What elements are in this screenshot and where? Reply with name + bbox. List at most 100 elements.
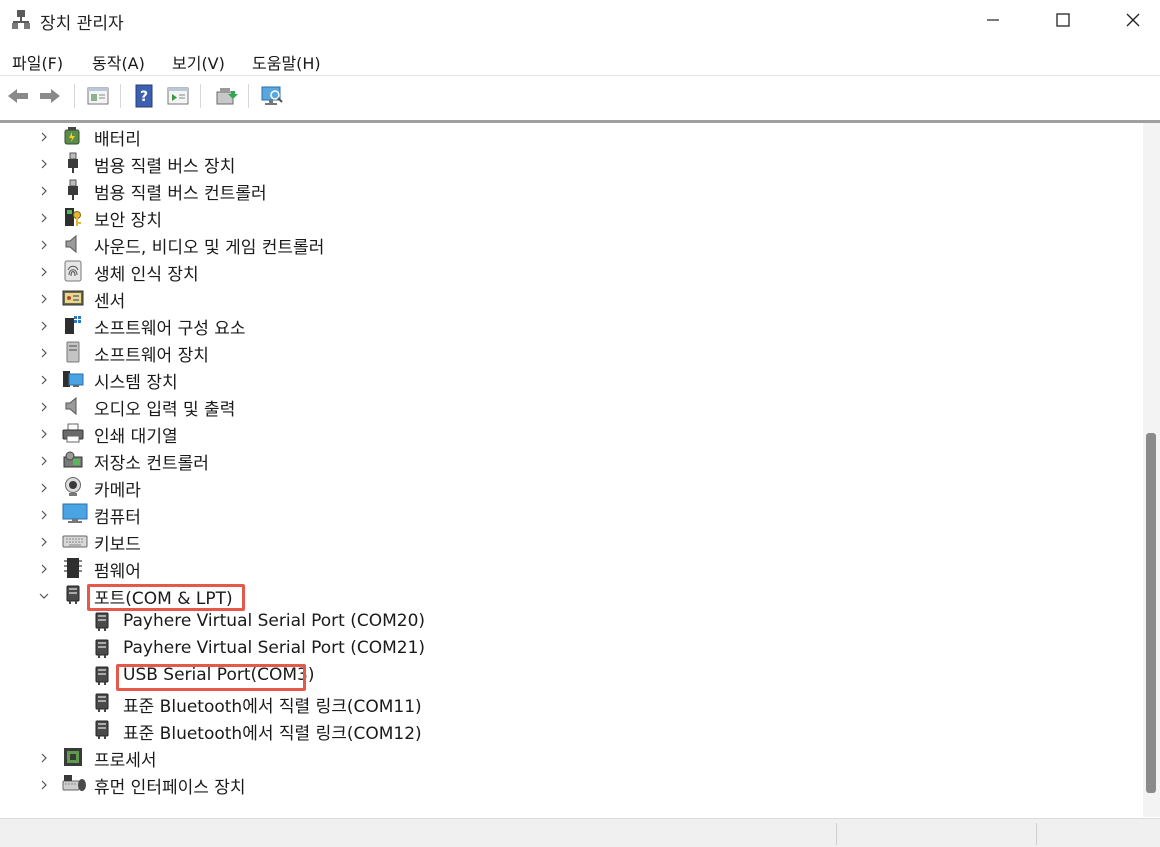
highlight-box <box>116 664 306 691</box>
forward-icon <box>40 89 60 103</box>
chevron-right-icon[interactable] <box>38 428 50 440</box>
sensor-icon <box>62 290 84 306</box>
tree-label: 컴퓨터 <box>94 508 141 528</box>
port-icon <box>95 639 109 658</box>
chevron-right-icon[interactable] <box>38 185 50 197</box>
window-title: 장치 관리자 <box>40 14 124 34</box>
properties-button[interactable] <box>84 82 112 110</box>
tree-label: 배터리 <box>94 130 141 150</box>
printer-icon <box>62 423 84 443</box>
hid-icon <box>62 775 86 791</box>
chevron-right-icon[interactable] <box>38 239 50 251</box>
device-item[interactable]: Payhere Virtual Serial Port (COM20) <box>0 609 1143 636</box>
tree-label: 센서 <box>94 292 126 312</box>
camera-icon <box>65 477 81 496</box>
tree-node-cameras[interactable]: 카메라 <box>0 474 1143 501</box>
security-key-icon <box>65 208 81 226</box>
device-item[interactable]: Payhere Virtual Serial Port (COM21) <box>0 636 1143 663</box>
system-device-icon <box>63 371 84 387</box>
tree-node-sound-video-game[interactable]: 사운드, 비디오 및 게임 컨트롤러 <box>0 231 1143 258</box>
device-item[interactable]: 표준 Bluetooth에서 직렬 링크(COM11) <box>0 690 1143 717</box>
toolbar: ? <box>0 78 1160 114</box>
scan-hardware-button[interactable] <box>258 82 286 110</box>
chevron-down-icon[interactable] <box>38 590 50 602</box>
chevron-right-icon[interactable] <box>38 293 50 305</box>
tree-node-software-devices[interactable]: 소프트웨어 장치 <box>0 339 1143 366</box>
chevron-right-icon[interactable] <box>38 455 50 467</box>
chevron-right-icon[interactable] <box>38 536 50 548</box>
chevron-right-icon[interactable] <box>38 401 50 413</box>
properties-icon <box>87 87 109 105</box>
fingerprint-icon <box>64 260 82 282</box>
tree-label: 휴먼 인터페이스 장치 <box>94 778 246 798</box>
maximize-button[interactable] <box>1028 0 1098 40</box>
tree-node-usb-devices[interactable]: 범용 직렬 버스 장치 <box>0 150 1143 177</box>
chevron-right-icon[interactable] <box>38 752 50 764</box>
speaker-icon <box>65 234 77 254</box>
toolbar-separator <box>248 84 249 108</box>
update-driver-icon <box>216 88 238 105</box>
tree-node-security-devices[interactable]: 보안 장치 <box>0 204 1143 231</box>
usb-icon <box>68 152 78 173</box>
menu-help[interactable]: 도움말(H) <box>252 50 321 74</box>
help-button[interactable]: ? <box>130 82 158 110</box>
forward-button[interactable] <box>36 82 64 110</box>
tree-node-processors[interactable]: 프로세서 <box>0 744 1143 771</box>
chevron-right-icon[interactable] <box>38 212 50 224</box>
chevron-right-icon[interactable] <box>38 158 50 170</box>
minimize-button[interactable] <box>958 0 1028 40</box>
tree-label: 키보드 <box>94 535 141 555</box>
tree-node-system-devices[interactable]: 시스템 장치 <box>0 366 1143 393</box>
update-driver-button[interactable] <box>212 82 240 110</box>
tree-node-print-queues[interactable]: 인쇄 대기열 <box>0 420 1143 447</box>
chevron-right-icon[interactable] <box>38 131 50 143</box>
port-icon <box>95 693 109 712</box>
tree-label: 생체 인식 장치 <box>94 265 199 285</box>
close-button[interactable] <box>1098 0 1160 40</box>
status-bar <box>0 818 1160 847</box>
chevron-right-icon[interactable] <box>38 266 50 278</box>
device-item[interactable]: 표준 Bluetooth에서 직렬 링크(COM12) <box>0 717 1143 744</box>
tree-node-keyboards[interactable]: 키보드 <box>0 528 1143 555</box>
tree-node-hid[interactable]: 휴먼 인터페이스 장치 <box>0 771 1143 798</box>
maximize-icon <box>1056 13 1070 27</box>
back-button[interactable] <box>4 82 32 110</box>
tree-node-audio-io[interactable]: 오디오 입력 및 출력 <box>0 393 1143 420</box>
usb-icon <box>68 179 78 200</box>
title-bar: 장치 관리자 <box>0 0 1160 40</box>
chevron-right-icon[interactable] <box>38 563 50 575</box>
tree-node-storage-controllers[interactable]: 저장소 컨트롤러 <box>0 447 1143 474</box>
processor-icon <box>64 748 82 766</box>
menu-action[interactable]: 동작(A) <box>92 50 145 74</box>
tree-node-computer[interactable]: 컴퓨터 <box>0 501 1143 528</box>
chevron-right-icon[interactable] <box>38 374 50 386</box>
device-tree: 배터리 범용 직렬 버스 장치 범용 직렬 버스 컨트롤러 보안 장치 사운드,… <box>0 123 1143 817</box>
chevron-right-icon[interactable] <box>38 779 50 791</box>
help-icon: ? <box>135 84 153 108</box>
chevron-right-icon[interactable] <box>38 347 50 359</box>
tree-node-firmware[interactable]: 펌웨어 <box>0 555 1143 582</box>
port-icon <box>95 666 109 685</box>
close-icon <box>1126 13 1140 27</box>
software-component-icon <box>65 316 81 334</box>
tree-label: 인쇄 대기열 <box>94 427 178 447</box>
tree-node-sensors[interactable]: 센서 <box>0 285 1143 312</box>
tree-node-usb-controllers[interactable]: 범용 직렬 버스 컨트롤러 <box>0 177 1143 204</box>
tree-label: 소프트웨어 장치 <box>94 346 209 366</box>
tree-label: 카메라 <box>94 481 141 501</box>
scrollbar-thumb[interactable] <box>1146 433 1156 793</box>
chevron-right-icon[interactable] <box>38 482 50 494</box>
menu-view[interactable]: 보기(V) <box>172 50 225 74</box>
software-device-icon <box>66 341 80 363</box>
toolbar-separator <box>200 84 201 108</box>
tree-node-software-components[interactable]: 소프트웨어 구성 요소 <box>0 312 1143 339</box>
tree-node-biometric[interactable]: 생체 인식 장치 <box>0 258 1143 285</box>
run-button[interactable] <box>164 82 192 110</box>
toolbar-separator <box>74 84 75 108</box>
tree-node-battery[interactable]: 배터리 <box>0 123 1143 150</box>
chevron-right-icon[interactable] <box>38 320 50 332</box>
menu-file[interactable]: 파일(F) <box>12 50 63 74</box>
status-divider <box>1036 823 1037 845</box>
chevron-right-icon[interactable] <box>38 509 50 521</box>
vertical-scrollbar[interactable] <box>1143 123 1160 817</box>
